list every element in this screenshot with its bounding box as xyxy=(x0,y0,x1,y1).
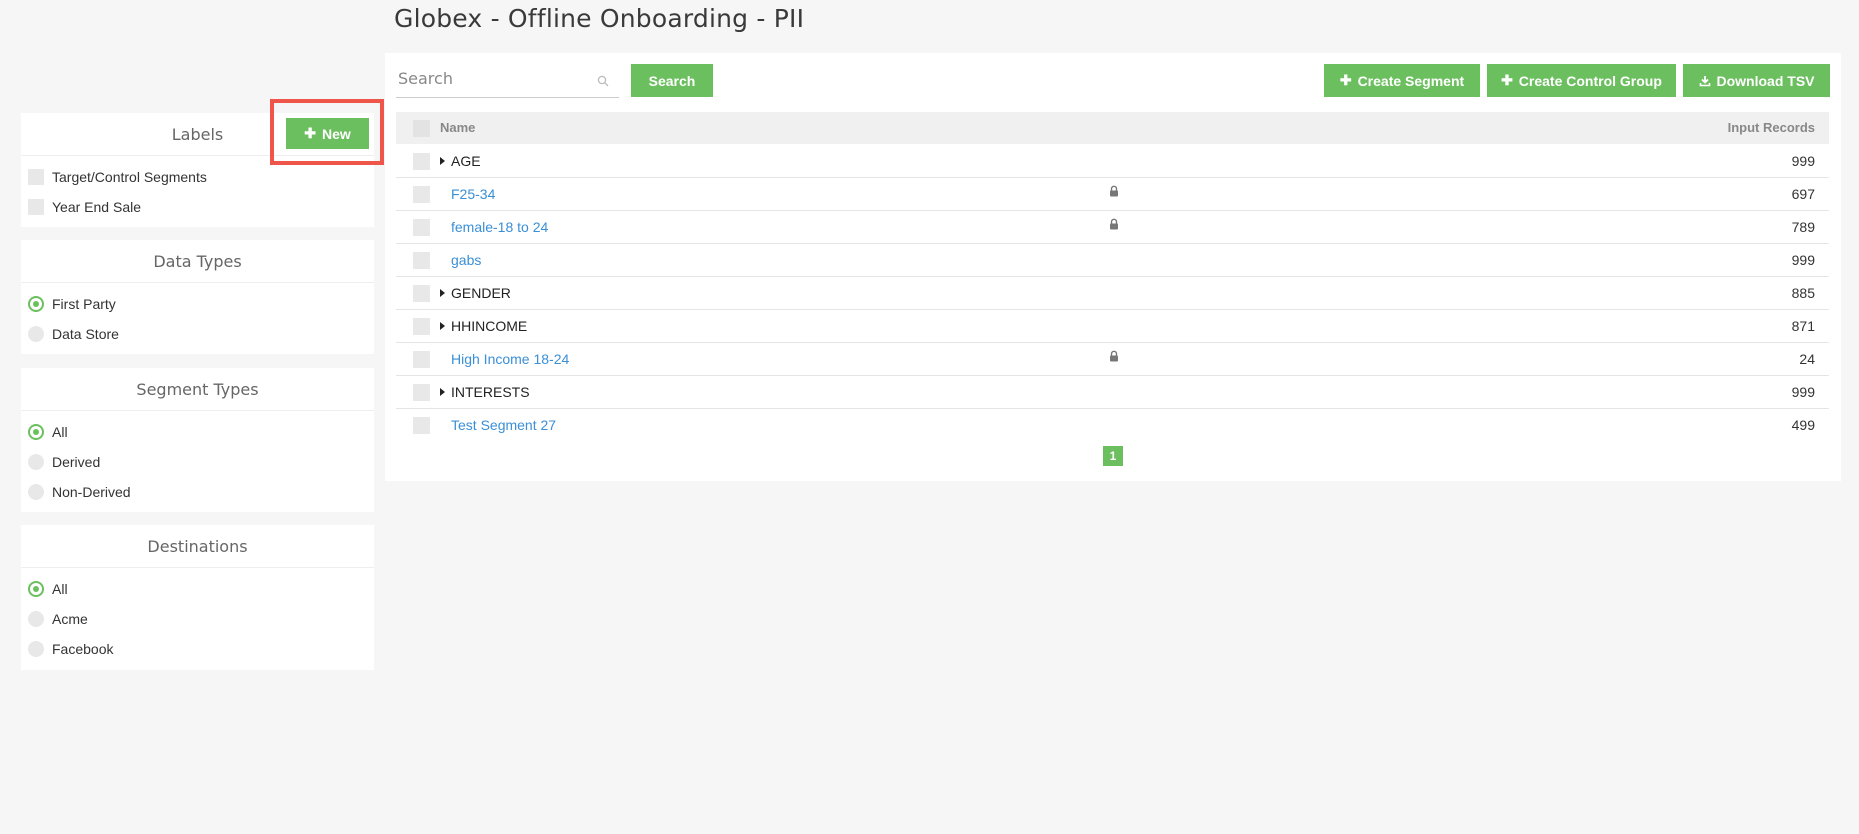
destination-option-acme[interactable]: Acme xyxy=(21,604,374,634)
pagination-page-1[interactable]: 1 xyxy=(1103,446,1123,466)
destination-option-text: Facebook xyxy=(52,641,114,657)
segment-type-option-text: Non-Derived xyxy=(52,484,131,500)
row-checkbox[interactable] xyxy=(413,351,430,368)
label-option-text: Target/Control Segments xyxy=(52,169,207,185)
table-row[interactable]: AGE 999 xyxy=(396,145,1829,178)
lock-icon xyxy=(1110,218,1118,230)
segment-type-option-non-derived[interactable]: Non-Derived xyxy=(21,477,374,507)
data-type-option-data-store[interactable]: Data Store xyxy=(21,319,374,349)
segment-name[interactable]: HHINCOME xyxy=(451,318,527,334)
label-checkbox[interactable] xyxy=(28,199,44,215)
row-checkbox[interactable] xyxy=(413,285,430,302)
input-records-value: 789 xyxy=(1791,219,1815,235)
plus-icon: ✚ xyxy=(304,125,316,141)
row-checkbox[interactable] xyxy=(413,252,430,269)
segment-name-link[interactable]: gabs xyxy=(451,252,481,268)
destination-option-text: Acme xyxy=(52,611,88,627)
input-records-value: 24 xyxy=(1799,351,1815,367)
input-records-value: 697 xyxy=(1791,186,1815,202)
input-records-value: 885 xyxy=(1791,285,1815,301)
destination-option-facebook[interactable]: Facebook xyxy=(21,634,374,664)
label-option-target-control[interactable]: Target/Control Segments xyxy=(21,162,374,192)
plus-icon: ✚ xyxy=(1339,72,1352,88)
radio[interactable] xyxy=(28,484,44,500)
table-row[interactable]: GENDER 885 xyxy=(396,277,1829,310)
search-input[interactable] xyxy=(396,63,588,93)
segment-type-option-text: All xyxy=(52,424,68,440)
data-type-option-first-party[interactable]: First Party xyxy=(21,289,374,319)
column-header-name[interactable]: Name xyxy=(440,120,475,135)
label-checkbox[interactable] xyxy=(28,169,44,185)
segment-name-link[interactable]: female-18 to 24 xyxy=(451,219,548,235)
download-tsv-button[interactable]: Download TSV xyxy=(1683,64,1830,97)
row-checkbox[interactable] xyxy=(413,186,430,203)
create-segment-button[interactable]: ✚ Create Segment xyxy=(1324,64,1480,97)
label-option-year-end-sale[interactable]: Year End Sale xyxy=(21,192,374,222)
radio[interactable] xyxy=(28,641,44,657)
page-title: Globex - Offline Onboarding - PII xyxy=(394,4,805,33)
expand-caret-icon[interactable] xyxy=(440,388,445,396)
radio[interactable] xyxy=(28,454,44,470)
radio[interactable] xyxy=(28,611,44,627)
segment-name-link[interactable]: F25-34 xyxy=(451,186,495,202)
radio-selected[interactable] xyxy=(28,296,44,312)
expand-caret-icon[interactable] xyxy=(440,322,445,330)
label-option-text: Year End Sale xyxy=(52,199,141,215)
segments-panel: Search ✚ Create Segment ✚ Create Control… xyxy=(385,53,1841,481)
input-records-value: 871 xyxy=(1791,318,1815,334)
destination-option-all[interactable]: All xyxy=(21,574,374,604)
plus-icon: ✚ xyxy=(1501,72,1513,88)
segment-name[interactable]: GENDER xyxy=(451,285,511,301)
input-records-value: 999 xyxy=(1791,153,1815,169)
table-header: Name Input Records xyxy=(396,112,1829,144)
data-types-panel: Data Types First Party Data Store xyxy=(21,240,374,354)
row-checkbox[interactable] xyxy=(413,417,430,434)
segment-types-heading: Segment Types xyxy=(21,368,374,411)
expand-caret-icon[interactable] xyxy=(440,289,445,297)
segment-name-link[interactable]: Test Segment 27 xyxy=(451,417,556,433)
destinations-heading: Destinations xyxy=(21,525,374,568)
row-checkbox[interactable] xyxy=(413,219,430,236)
row-checkbox[interactable] xyxy=(413,384,430,401)
expand-caret-icon[interactable] xyxy=(440,157,445,165)
lock-icon xyxy=(1110,185,1118,197)
segment-types-panel: Segment Types All Derived Non-Derived xyxy=(21,368,374,512)
table-row[interactable]: Test Segment 27 499 xyxy=(396,409,1829,441)
segment-type-option-all[interactable]: All xyxy=(21,417,374,447)
lock-icon xyxy=(1110,350,1118,362)
table-row[interactable]: High Income 18-24 24 xyxy=(396,343,1829,376)
row-checkbox[interactable] xyxy=(413,318,430,335)
create-control-group-button[interactable]: ✚ Create Control Group xyxy=(1487,64,1676,97)
segment-type-option-text: Derived xyxy=(52,454,101,470)
row-checkbox[interactable] xyxy=(413,153,430,170)
segment-name[interactable]: INTERESTS xyxy=(451,384,530,400)
radio-selected[interactable] xyxy=(28,581,44,597)
search-button[interactable]: Search xyxy=(631,64,713,97)
table-row[interactable]: gabs 999 xyxy=(396,244,1829,277)
segments-table: AGE 999 F25-34 697 female-18 to 24 789 g… xyxy=(396,145,1829,441)
segment-type-option-derived[interactable]: Derived xyxy=(21,447,374,477)
input-records-value: 999 xyxy=(1791,384,1815,400)
column-header-input-records[interactable]: Input Records xyxy=(1728,120,1815,135)
destinations-panel: Destinations All Acme Facebook xyxy=(21,525,374,670)
table-row[interactable]: F25-34 697 xyxy=(396,178,1829,211)
search-box xyxy=(396,63,619,98)
new-label-button[interactable]: ✚ New xyxy=(286,118,369,149)
select-all-checkbox[interactable] xyxy=(413,120,430,137)
table-row[interactable]: female-18 to 24 789 xyxy=(396,211,1829,244)
destination-option-text: All xyxy=(52,581,68,597)
segment-name[interactable]: AGE xyxy=(451,153,481,169)
table-row[interactable]: INTERESTS 999 xyxy=(396,376,1829,409)
input-records-value: 499 xyxy=(1791,417,1815,433)
input-records-value: 999 xyxy=(1791,252,1815,268)
download-icon xyxy=(1699,75,1710,86)
data-types-heading: Data Types xyxy=(21,240,374,283)
radio-selected[interactable] xyxy=(28,424,44,440)
radio[interactable] xyxy=(28,326,44,342)
table-row[interactable]: HHINCOME 871 xyxy=(396,310,1829,343)
data-type-option-text: Data Store xyxy=(52,326,119,342)
search-icon xyxy=(597,75,609,87)
data-type-option-text: First Party xyxy=(52,296,116,312)
segment-name-link[interactable]: High Income 18-24 xyxy=(451,351,569,367)
